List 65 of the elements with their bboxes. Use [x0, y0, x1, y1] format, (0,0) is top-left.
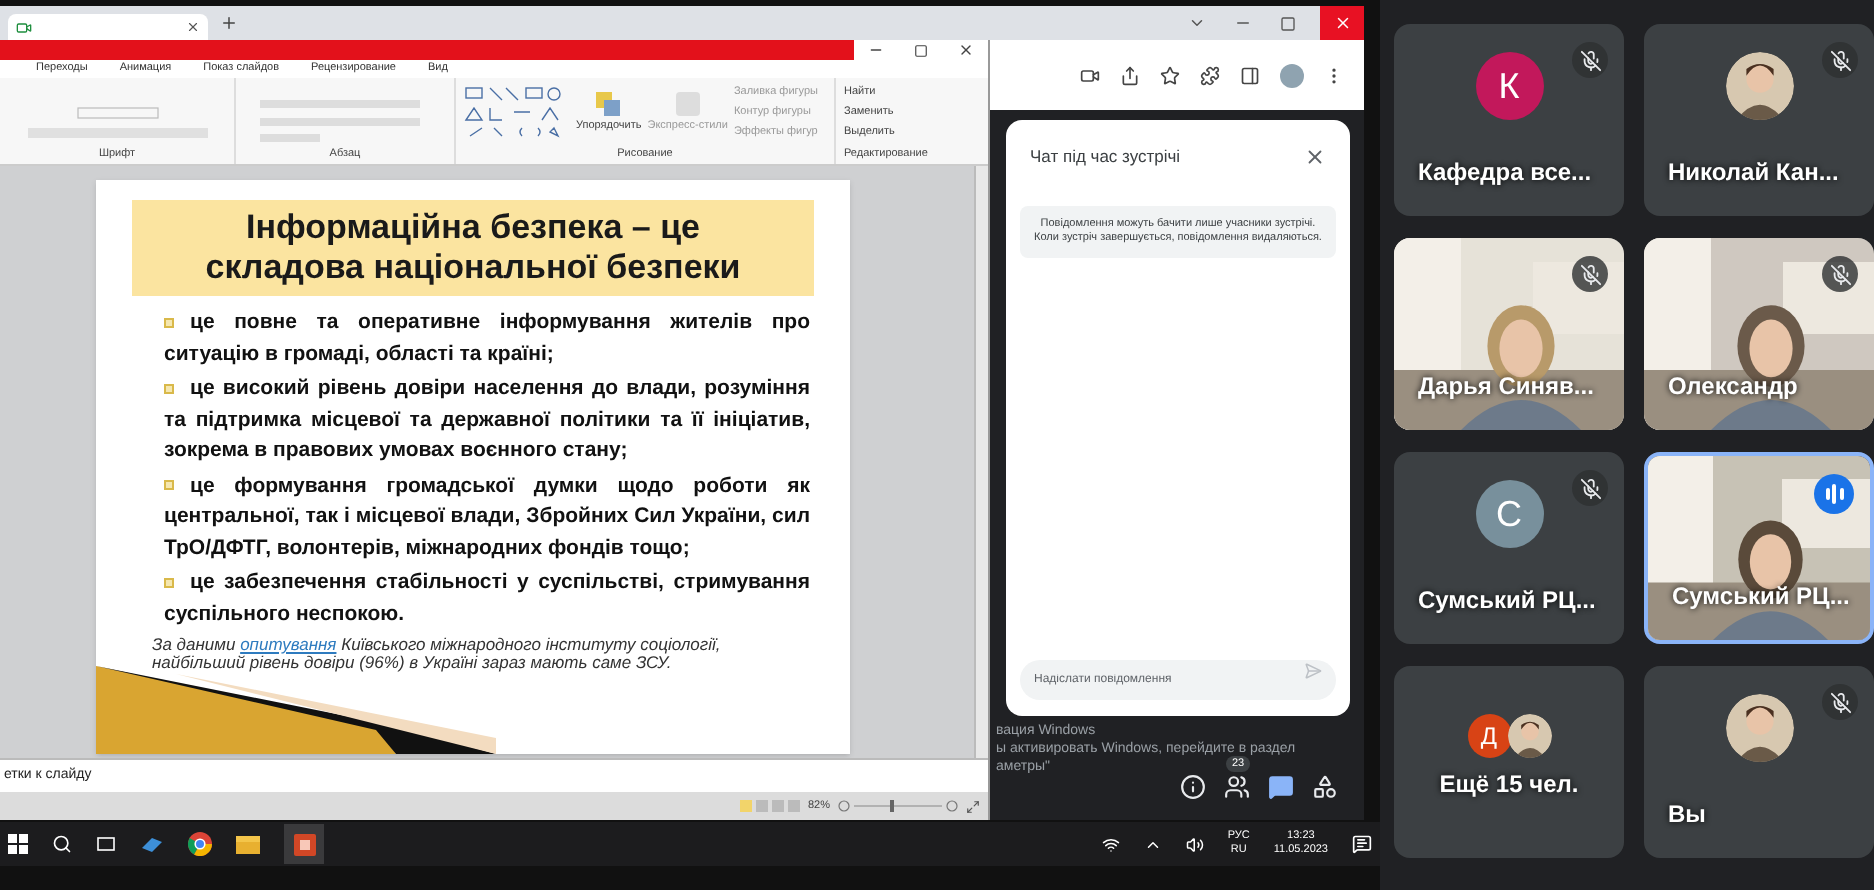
avatar-letter: С	[1475, 480, 1543, 548]
participant-tile[interactable]: Вы	[1644, 666, 1874, 858]
bullet-icon	[164, 577, 174, 588]
bullet-icon	[164, 383, 174, 394]
close-icon	[1333, 14, 1351, 32]
task-view-icon[interactable]	[96, 834, 116, 854]
slide-bullet: це високий рівень довіри населення до влади, розуміння та підтримка місцевої та державної політики та її ініціатив, зокрема в правових умовах воєнного стану;	[164, 374, 810, 466]
participant-tile[interactable]: К Кафедра все...	[1394, 24, 1624, 216]
zoom-slider-drawing[interactable]	[838, 800, 958, 812]
participant-tile[interactable]: Д Ещё 15 чел.	[1394, 666, 1624, 858]
slide-bullet: це повне та оперативне інформування жителів про ситуацію в громаді, області та країні;	[164, 308, 810, 369]
close-icon[interactable]	[957, 42, 974, 58]
participant-tile[interactable]: Николай Кан...	[1644, 24, 1874, 216]
slide-bullet: це формування громадської думки щодо роботи як центральної, так і місцевої влади, Збройних Сил України, сил ТрО/ДФТГ, волонтерів, міжнародних фондів тощо;	[164, 471, 810, 563]
participant-name: Ещё 15 чел.	[1439, 770, 1579, 798]
chat-title: Чат під час зустрічі	[1030, 144, 1181, 170]
participant-name: Вы	[1668, 800, 1706, 828]
powerpoint-taskbar-button[interactable]	[284, 824, 324, 864]
bullet-icon	[164, 480, 174, 491]
slide-title: Інформаційна безпека – це	[246, 208, 700, 248]
maximize-icon[interactable]	[913, 43, 928, 57]
star-icon[interactable]	[1160, 65, 1180, 85]
chrome-icon[interactable]	[188, 832, 212, 856]
scrollbar[interactable]	[974, 166, 988, 758]
participant-name: Кафедра все...	[1418, 158, 1592, 186]
arrange-icon	[594, 89, 623, 118]
profile-avatar[interactable]	[1280, 63, 1304, 87]
fit-icon[interactable]	[966, 799, 980, 813]
folder-icon[interactable]	[236, 834, 260, 854]
chevron-icon[interactable]	[1188, 14, 1206, 32]
new-tab-icon[interactable]	[220, 14, 238, 32]
camera-icon[interactable]	[1080, 65, 1100, 85]
close-icon[interactable]	[186, 20, 200, 34]
close-icon[interactable]	[1304, 145, 1326, 168]
side-panel-icon[interactable]	[1240, 65, 1260, 85]
quick-styles-icon	[673, 89, 702, 118]
participant-name: Николай Кан...	[1668, 158, 1839, 186]
slide-title: складова національної безпеки	[205, 248, 741, 288]
notifications-icon[interactable]	[1352, 834, 1372, 854]
activities-icon[interactable]	[1312, 774, 1338, 800]
avatar-letter: К	[1475, 52, 1543, 120]
volume-icon[interactable]	[1185, 835, 1204, 853]
app-icon[interactable]	[140, 832, 164, 856]
bullet-icon	[164, 317, 174, 328]
network-icon[interactable]	[1101, 835, 1120, 853]
share-icon[interactable]	[1120, 65, 1140, 85]
participant-name: Сумський РЦ...	[1672, 582, 1850, 610]
slide-bullet: це забезпечення стабільності у суспільстві, стримування суспільного неспокою.	[164, 568, 810, 629]
chat-icon[interactable]	[1268, 774, 1294, 800]
participant-name: Сумський РЦ...	[1418, 586, 1596, 614]
windows-start-icon[interactable]	[8, 834, 28, 854]
powerpoint-icon	[293, 833, 315, 855]
slide-footnote: За даними опитування Київського міжнародного інституту соціології, найбільший рівень довіри (96%) в Україні зараз мають саме ЗСУ.	[150, 636, 723, 672]
search-icon[interactable]	[52, 834, 72, 854]
avatar-letter: Д	[1467, 714, 1511, 758]
maximize-icon[interactable]	[1280, 15, 1296, 31]
survey-link[interactable]: опитування	[240, 634, 337, 654]
info-icon[interactable]	[1180, 774, 1206, 800]
participant-tile[interactable]: С Сумський РЦ...	[1394, 452, 1624, 644]
view-buttons-drawing	[739, 800, 800, 812]
participant-name: Дарья Синяв...	[1418, 372, 1594, 400]
people-icon[interactable]	[1224, 774, 1250, 800]
extensions-icon[interactable]	[1200, 65, 1220, 85]
camera-icon	[16, 19, 32, 35]
participant-name: Олександр	[1668, 372, 1798, 400]
